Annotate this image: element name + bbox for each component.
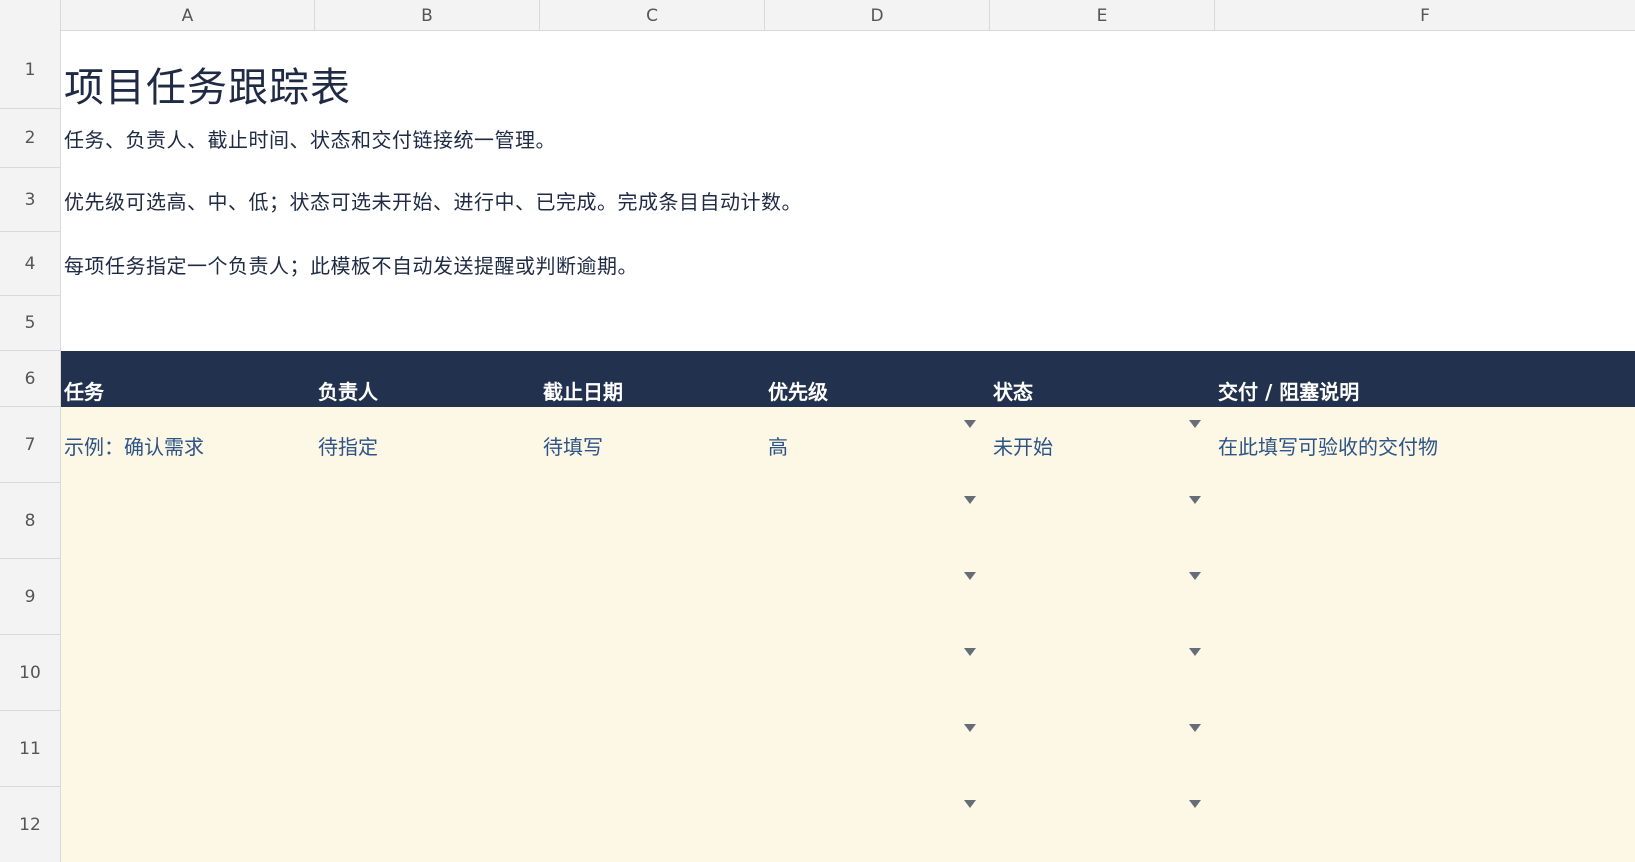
- cell-owner[interactable]: [315, 483, 540, 559]
- dropdown-arrow-icon[interactable]: [964, 572, 976, 580]
- cell-deliverable[interactable]: [1215, 483, 1635, 559]
- cell-status[interactable]: [990, 483, 1215, 559]
- column-header-d[interactable]: D: [765, 0, 990, 31]
- cell-status[interactable]: 未开始: [990, 407, 1215, 483]
- cell-priority[interactable]: [765, 559, 990, 635]
- cell-due-date[interactable]: [540, 635, 765, 711]
- sheet-row-5: [61, 296, 1635, 351]
- sheet-row-3: 优先级可选高、中、低；状态可选未开始、进行中、已完成。完成条目自动计数。: [61, 168, 1635, 232]
- header-deliverable[interactable]: 交付 / 阻塞说明: [1215, 351, 1635, 407]
- column-header-c[interactable]: C: [540, 0, 765, 31]
- header-priority[interactable]: 优先级: [765, 351, 990, 407]
- cell-due-date[interactable]: [540, 483, 765, 559]
- row-header-9[interactable]: 9: [0, 559, 60, 635]
- dropdown-arrow-icon[interactable]: [1189, 496, 1201, 504]
- cell-priority[interactable]: [765, 635, 990, 711]
- row-header-5[interactable]: 5: [0, 296, 60, 351]
- header-status[interactable]: 状态: [990, 351, 1215, 407]
- cell-due-date[interactable]: [540, 787, 765, 862]
- sheet-title[interactable]: 项目任务跟踪表: [61, 31, 351, 111]
- select-all-corner[interactable]: [0, 0, 61, 31]
- table-header-row: 任务 负责人 截止日期 优先级 状态 交付 / 阻塞说明: [61, 351, 1635, 407]
- cell-due-date[interactable]: 待填写: [540, 407, 765, 483]
- cell-task[interactable]: [61, 559, 315, 635]
- cell-grid: 项目任务跟踪表 任务、负责人、截止时间、状态和交付链接统一管理。 优先级可选高、…: [61, 31, 1635, 862]
- row-header-4[interactable]: 4: [0, 232, 60, 296]
- spreadsheet: A B C D E F 1 2 3 4 5 6 7 8 9 10 11 12 项…: [0, 0, 1635, 862]
- table-row: [61, 711, 1635, 787]
- row-header-12[interactable]: 12: [0, 787, 60, 862]
- cell-due-date[interactable]: [540, 559, 765, 635]
- cell-due-date[interactable]: [540, 711, 765, 787]
- note-line-3[interactable]: 每项任务指定一个负责人；此模板不自动发送提醒或判断逾期。: [61, 250, 638, 279]
- cell-task[interactable]: [61, 711, 315, 787]
- row-header-10[interactable]: 10: [0, 635, 60, 711]
- cell-owner[interactable]: [315, 559, 540, 635]
- dropdown-arrow-icon[interactable]: [964, 800, 976, 808]
- cell-deliverable[interactable]: [1215, 635, 1635, 711]
- cell-deliverable[interactable]: 在此填写可验收的交付物: [1215, 407, 1635, 483]
- row-header-1[interactable]: 1: [0, 31, 60, 109]
- cell-owner[interactable]: 待指定: [315, 407, 540, 483]
- cell-owner[interactable]: [315, 711, 540, 787]
- sheet-row-4: 每项任务指定一个负责人；此模板不自动发送提醒或判断逾期。: [61, 232, 1635, 296]
- cell-status[interactable]: [990, 559, 1215, 635]
- cell-status[interactable]: [990, 711, 1215, 787]
- cell-priority[interactable]: [765, 711, 990, 787]
- dropdown-arrow-icon[interactable]: [1189, 724, 1201, 732]
- cell-priority[interactable]: [765, 483, 990, 559]
- cell-status[interactable]: [990, 787, 1215, 862]
- cell-deliverable[interactable]: [1215, 787, 1635, 862]
- cell-task[interactable]: [61, 635, 315, 711]
- cell-task[interactable]: 示例：确认需求: [61, 407, 315, 483]
- header-due-date[interactable]: 截止日期: [540, 351, 765, 407]
- row-header-8[interactable]: 8: [0, 483, 60, 559]
- cell-owner[interactable]: [315, 787, 540, 862]
- dropdown-arrow-icon[interactable]: [964, 648, 976, 656]
- dropdown-arrow-icon[interactable]: [1189, 800, 1201, 808]
- row-header-11[interactable]: 11: [0, 711, 60, 787]
- column-header-e[interactable]: E: [990, 0, 1215, 31]
- cell-deliverable[interactable]: [1215, 711, 1635, 787]
- sheet-row-2: 任务、负责人、截止时间、状态和交付链接统一管理。: [61, 109, 1635, 168]
- dropdown-arrow-icon[interactable]: [1189, 420, 1201, 428]
- table-row: [61, 635, 1635, 711]
- row-header-3[interactable]: 3: [0, 168, 60, 232]
- dropdown-arrow-icon[interactable]: [964, 496, 976, 504]
- cell-owner[interactable]: [315, 635, 540, 711]
- cell-deliverable[interactable]: [1215, 559, 1635, 635]
- table-row: [61, 787, 1635, 862]
- cell-task[interactable]: [61, 787, 315, 862]
- header-owner[interactable]: 负责人: [315, 351, 540, 407]
- table-row: [61, 483, 1635, 559]
- cell-priority[interactable]: 高: [765, 407, 990, 483]
- cell-task[interactable]: [61, 483, 315, 559]
- table-row-example: 示例：确认需求 待指定 待填写 高 未开始 在此填写可验收的交付物: [61, 407, 1635, 483]
- sheet-row-1: 项目任务跟踪表: [61, 31, 1635, 111]
- row-header-bar: 1 2 3 4 5 6 7 8 9 10 11 12: [0, 31, 61, 862]
- cell-status[interactable]: [990, 635, 1215, 711]
- dropdown-arrow-icon[interactable]: [1189, 648, 1201, 656]
- cell-status-value: 未开始: [993, 434, 1053, 459]
- column-header-bar: A B C D E F: [0, 0, 1635, 31]
- column-header-b[interactable]: B: [315, 0, 540, 31]
- cell-priority-value: 高: [768, 434, 788, 459]
- column-header-a[interactable]: A: [61, 0, 315, 31]
- cell-priority[interactable]: [765, 787, 990, 862]
- row-header-7[interactable]: 7: [0, 407, 60, 483]
- note-line-2[interactable]: 优先级可选高、中、低；状态可选未开始、进行中、已完成。完成条目自动计数。: [61, 186, 802, 215]
- dropdown-arrow-icon[interactable]: [1189, 572, 1201, 580]
- dropdown-arrow-icon[interactable]: [964, 724, 976, 732]
- row-header-6[interactable]: 6: [0, 351, 60, 407]
- note-line-1[interactable]: 任务、负责人、截止时间、状态和交付链接统一管理。: [61, 124, 556, 153]
- column-header-f[interactable]: F: [1215, 0, 1635, 31]
- table-row: [61, 559, 1635, 635]
- header-task[interactable]: 任务: [61, 351, 315, 407]
- dropdown-arrow-icon[interactable]: [964, 420, 976, 428]
- row-header-2[interactable]: 2: [0, 109, 60, 168]
